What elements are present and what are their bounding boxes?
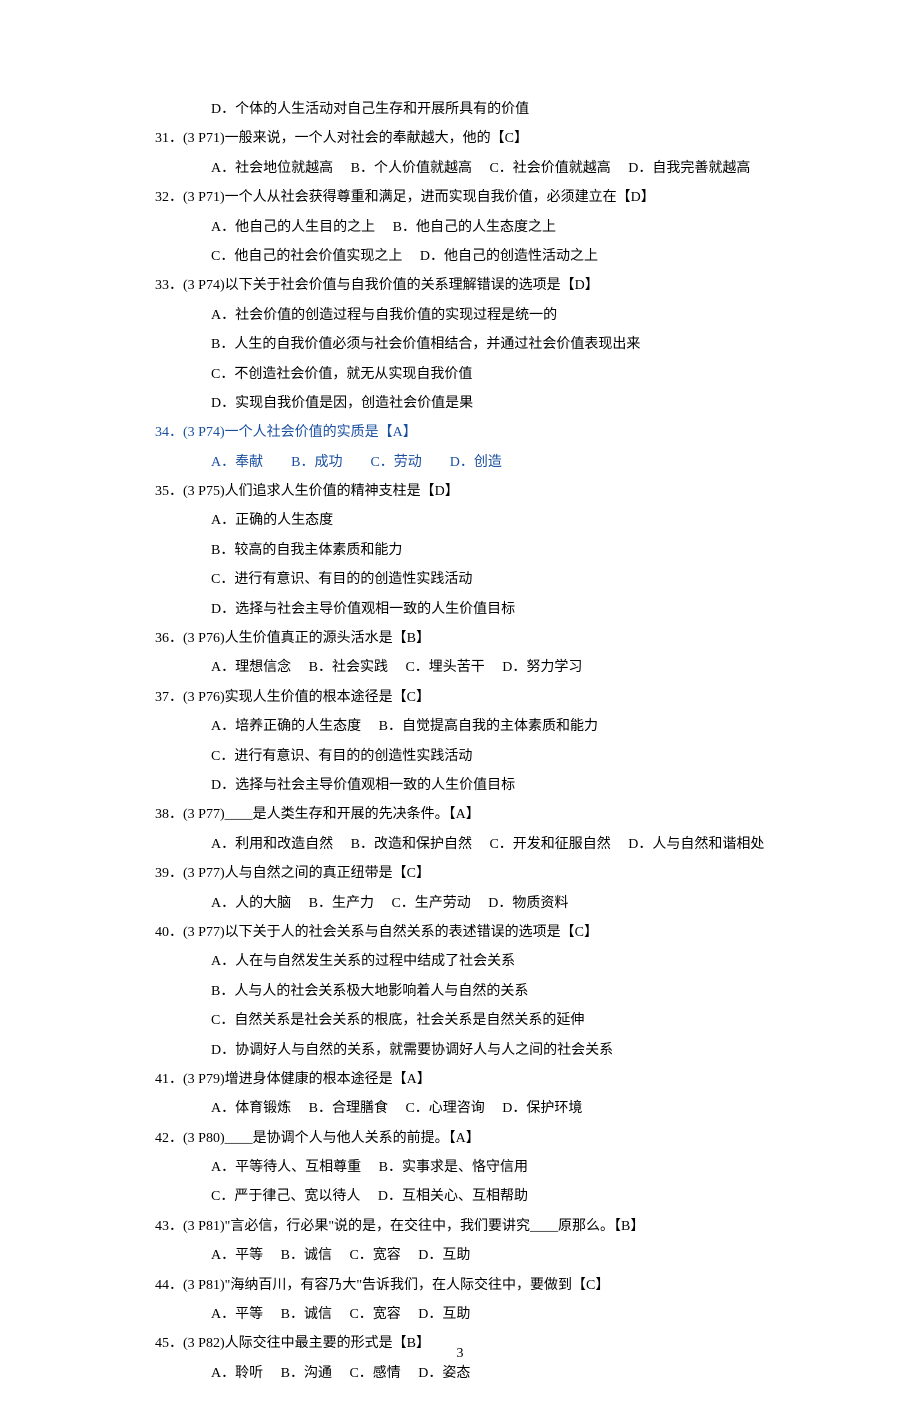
question: 34．(3 P74)一个人社会价值的实质是【A】A．奉献 B．成功 C．劳动 D… (155, 418, 795, 477)
question-options: C．进行有意识、有目的的创造性实践活动 (211, 742, 795, 771)
question: 33．(3 P74)以下关于社会价值与自我价值的关系理解错误的选项是【D】A．社… (155, 271, 795, 418)
question-options: A．社会地位就越高 B．个人价值就越高 C．社会价值就越高 D．自我完善就越高 (211, 154, 795, 183)
question-options: D．协调好人与自然的关系，就需要协调好人与人之间的社会关系 (211, 1036, 795, 1065)
question-stem: 44．(3 P81)"海纳百川，有容乃大"告诉我们，在人际交往中，要做到【C】 (155, 1271, 795, 1300)
question-options: A．人在与自然发生关系的过程中结成了社会关系 (211, 947, 795, 976)
question-stem: 37．(3 P76)实现人生价值的根本途径是【C】 (155, 683, 795, 712)
question-options: A．奉献 B．成功 C．劳动 D．创造 (211, 448, 795, 477)
question-options: A．平等 B．诚信 C．宽容 D．互助 (211, 1241, 795, 1270)
question: 39．(3 P77)人与自然之间的真正纽带是【C】A．人的大脑 B．生产力 C．… (155, 859, 795, 918)
question: 44．(3 P81)"海纳百川，有容乃大"告诉我们，在人际交往中，要做到【C】A… (155, 1271, 795, 1330)
question: 38．(3 P77)____是人类生存和开展的先决条件。【A】A．利用和改造自然… (155, 800, 795, 859)
question-stem: 31．(3 P71)一般来说，一个人对社会的奉献越大，他的【C】 (155, 124, 795, 153)
question: 43．(3 P81)"言必信，行必果"说的是，在交往中，我们要讲究____原那么… (155, 1212, 795, 1271)
question-stem: 35．(3 P75)人们追求人生价值的精神支柱是【D】 (155, 477, 795, 506)
question-options: A．他自己的人生目的之上 B．他自己的人生态度之上 (211, 213, 795, 242)
question-options: A．人的大脑 B．生产力 C．生产劳动 D．物质资料 (211, 889, 795, 918)
question: 32．(3 P71)一个人从社会获得尊重和满足，进而实现自我价值，必须建立在【D… (155, 183, 795, 271)
question-stem: 41．(3 P79)增进身体健康的根本途径是【A】 (155, 1065, 795, 1094)
page-number: 3 (0, 1339, 920, 1368)
question-options: A．正确的人生态度 (211, 506, 795, 535)
question: 35．(3 P75)人们追求人生价值的精神支柱是【D】A．正确的人生态度B．较高… (155, 477, 795, 624)
question: 31．(3 P71)一般来说，一个人对社会的奉献越大，他的【C】A．社会地位就越… (155, 124, 795, 183)
question: 36．(3 P76)人生价值真正的源头活水是【B】A．理想信念 B．社会实践 C… (155, 624, 795, 683)
question-options: C．进行有意识、有目的的创造性实践活动 (211, 565, 795, 594)
question-stem: 38．(3 P77)____是人类生存和开展的先决条件。【A】 (155, 800, 795, 829)
question: 42．(3 P80)____是协调个人与他人关系的前提。【A】A．平等待人、互相… (155, 1124, 795, 1212)
question: 40．(3 P77)以下关于人的社会关系与自然关系的表述错误的选项是【C】A．人… (155, 918, 795, 1065)
question-stem: 33．(3 P74)以下关于社会价值与自我价值的关系理解错误的选项是【D】 (155, 271, 795, 300)
question-options: D．选择与社会主导价值观相一致的人生价值目标 (211, 771, 795, 800)
question-options: B．人与人的社会关系极大地影响着人与自然的关系 (211, 977, 795, 1006)
question: 41．(3 P79)增进身体健康的根本途径是【A】A．体育锻炼 B．合理膳食 C… (155, 1065, 795, 1124)
question-options: A．利用和改造自然 B．改造和保护自然 C．开发和征服自然 D．人与自然和谐相处 (211, 830, 795, 859)
question-options: B．人生的自我价值必须与社会价值相结合，并通过社会价值表现出来 (211, 330, 795, 359)
question-stem: 43．(3 P81)"言必信，行必果"说的是，在交往中，我们要讲究____原那么… (155, 1212, 795, 1241)
question-stem: 39．(3 P77)人与自然之间的真正纽带是【C】 (155, 859, 795, 888)
question-options: A．理想信念 B．社会实践 C．埋头苦干 D．努力学习 (211, 653, 795, 682)
question-options: C．严于律己、宽以待人 D．互相关心、互相帮助 (211, 1182, 795, 1211)
question-options: D．实现自我价值是因，创造社会价值是果 (211, 389, 795, 418)
question-options: D．选择与社会主导价值观相一致的人生价值目标 (211, 595, 795, 624)
question-options: A．平等待人、互相尊重 B．实事求是、恪守信用 (211, 1153, 795, 1182)
document-page: D．个体的人生活动对自己生存和开展所具有的价值 31．(3 P71)一般来说，一… (0, 0, 920, 1428)
question-options: A．体育锻炼 B．合理膳食 C．心理咨询 D．保护环境 (211, 1094, 795, 1123)
question-options: A．平等 B．诚信 C．宽容 D．互助 (211, 1300, 795, 1329)
question-stem: 34．(3 P74)一个人社会价值的实质是【A】 (155, 418, 795, 447)
question-options: B．较高的自我主体素质和能力 (211, 536, 795, 565)
question-options: C．不创造社会价值，就无从实现自我价值 (211, 360, 795, 389)
questions-container: 31．(3 P71)一般来说，一个人对社会的奉献越大，他的【C】A．社会地位就越… (155, 124, 795, 1388)
question-options: A．社会价值的创造过程与自我价值的实现过程是统一的 (211, 301, 795, 330)
question-options: C．他自己的社会价值实现之上 D．他自己的创造性活动之上 (211, 242, 795, 271)
question-options: C．自然关系是社会关系的根底，社会关系是自然关系的延伸 (211, 1006, 795, 1035)
question-stem: 32．(3 P71)一个人从社会获得尊重和满足，进而实现自我价值，必须建立在【D… (155, 183, 795, 212)
question-stem: 42．(3 P80)____是协调个人与他人关系的前提。【A】 (155, 1124, 795, 1153)
question-stem: 40．(3 P77)以下关于人的社会关系与自然关系的表述错误的选项是【C】 (155, 918, 795, 947)
question: 37．(3 P76)实现人生价值的根本途径是【C】A．培养正确的人生态度 B．自… (155, 683, 795, 801)
question-options: A．培养正确的人生态度 B．自觉提高自我的主体素质和能力 (211, 712, 795, 741)
question-stem: 36．(3 P76)人生价值真正的源头活水是【B】 (155, 624, 795, 653)
orphan-option-d: D．个体的人生活动对自己生存和开展所具有的价值 (211, 95, 795, 124)
